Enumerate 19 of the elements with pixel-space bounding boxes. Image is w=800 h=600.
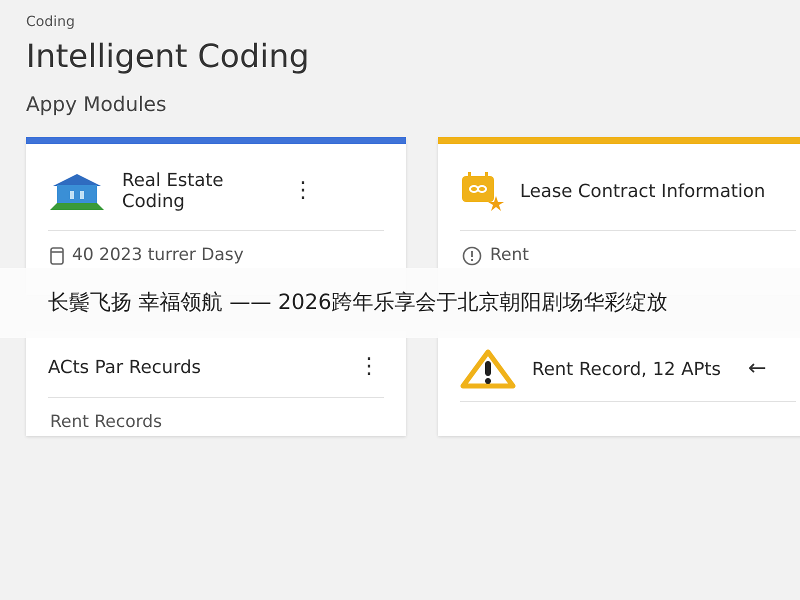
card-title: Rent Record, 12 APts [532, 358, 722, 380]
section-heading: Appy Modules [26, 91, 168, 118]
card-title: Real Estate Coding [122, 170, 224, 213]
back-arrow-button[interactable]: ← [748, 358, 766, 380]
house-icon [48, 172, 106, 210]
more-menu-button[interactable]: ⋮ [288, 180, 318, 202]
calendar-star-icon [460, 170, 504, 212]
card-detail: Rent Records [50, 411, 162, 434]
card-title: Lease Contract Information [520, 180, 766, 202]
more-menu-button[interactable]: ⋮ [354, 356, 384, 378]
page-title: Intelligent Coding [26, 37, 310, 76]
warning-icon [460, 349, 516, 390]
info-icon [462, 246, 482, 266]
calendar-icon [50, 247, 64, 266]
card-detail: Rent [490, 244, 529, 268]
card-title: ACts Par Recurds [48, 356, 202, 378]
caption-text: 长鬓飞扬 幸福领航 —— 2026跨年乐享会于北京朝阳剧场华彩绽放 [48, 289, 668, 316]
breadcrumb: Coding [26, 13, 76, 32]
card-detail: 40 2023 turrer Dasy [72, 244, 244, 268]
